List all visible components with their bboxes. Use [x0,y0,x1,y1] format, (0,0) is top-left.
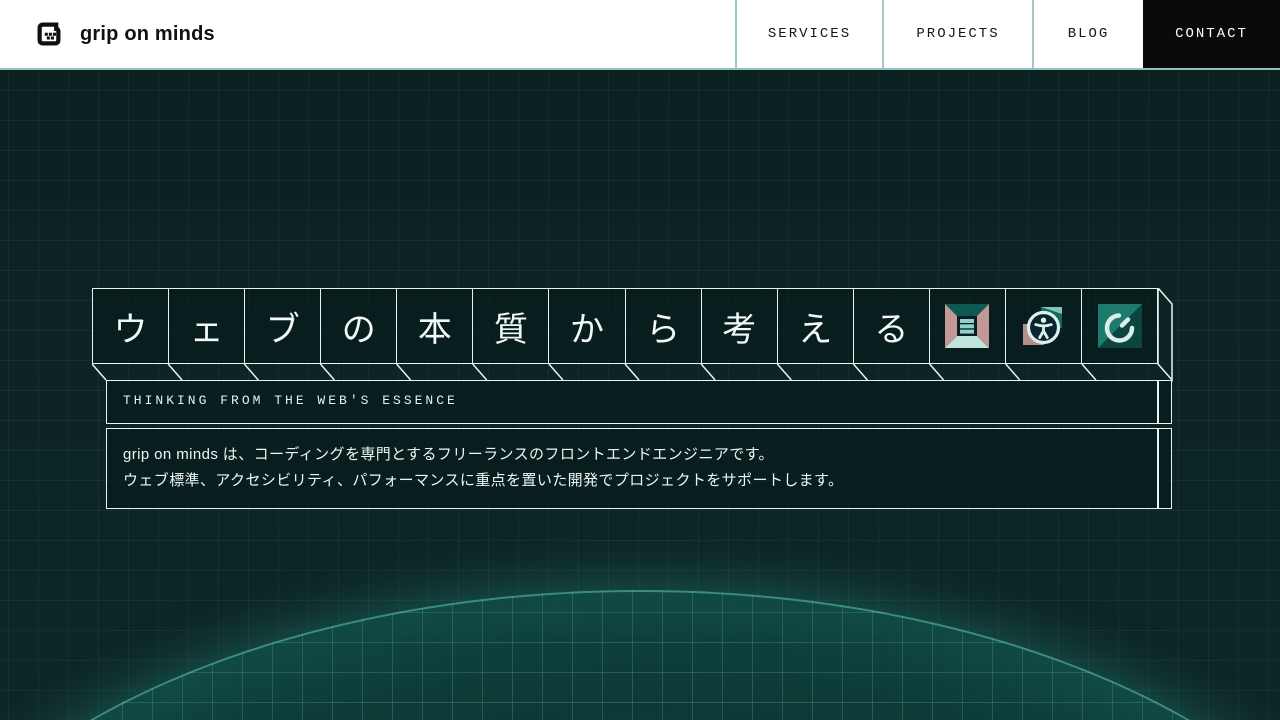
headline-char: ェ [190,302,224,351]
accessibility-icon [1020,303,1066,349]
brand-logo[interactable]: grip on minds [0,0,215,68]
headline-tile [1082,289,1157,363]
headline-char: ブ [266,302,300,351]
headline-char: 考 [722,302,756,351]
headline-tile: の [321,289,397,363]
headline-char: 質 [494,302,528,351]
headline-tile: か [549,289,625,363]
headline-char: の [342,302,376,351]
headline-tile: 本 [397,289,473,363]
headline-tile [930,289,1006,363]
performance-gauge-icon [1097,303,1143,349]
headline-char: え [798,302,832,351]
headline-tile-row: ウ ェ ブ の 本 質 か ら 考 え る [92,288,1158,364]
headline-tile: え [778,289,854,363]
headline-tile: ブ [245,289,321,363]
nav-item-contact[interactable]: CONTACT [1143,0,1280,68]
hero-section: ウ ェ ブ の 本 質 か ら 考 え る [0,70,1280,720]
structure-frame-icon [944,303,990,349]
headline-char: か [570,302,604,351]
headline-char: ら [646,302,680,351]
nav-item-projects[interactable]: PROJECTS [882,0,1032,68]
headline-tile: ェ [169,289,245,363]
headline-char: 本 [418,302,452,351]
headline-char: ウ [114,302,148,351]
hero-subtitle: THINKING FROM THE WEB'S ESSENCE [107,381,1171,421]
subtitle-panel: THINKING FROM THE WEB'S ESSENCE [106,380,1172,424]
headline-char: る [874,302,908,351]
nav-item-services[interactable]: SERVICES [735,0,882,68]
nav-item-blog[interactable]: BLOG [1032,0,1143,68]
grip-on-minds-logo-icon [32,17,66,51]
headline-tile: 質 [473,289,549,363]
hero-description-line-2: ウェブ標準、アクセシビリティ、パフォーマンスに重点を置いた開発でプロジェクトをサ… [123,468,1141,494]
headline-tile: ウ [93,289,169,363]
headline-tile: ら [626,289,702,363]
headline-tile [1006,289,1082,363]
headline-tile: る [854,289,930,363]
site-header: grip on minds SERVICES PROJECTS BLOG CON… [0,0,1280,70]
main-nav: SERVICES PROJECTS BLOG CONTACT [735,0,1280,68]
brand-name: grip on minds [80,23,215,46]
description-panel: grip on minds は、コーディングを専門とするフリーランスのフロントエ… [106,428,1172,509]
hero-description-line-1: grip on minds は、コーディングを専門とするフリーランスのフロントエ… [123,442,1141,468]
headline-tile: 考 [702,289,778,363]
